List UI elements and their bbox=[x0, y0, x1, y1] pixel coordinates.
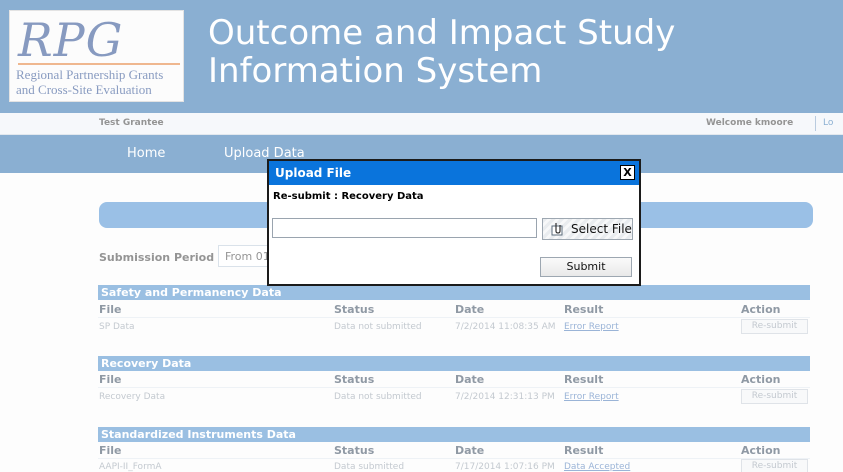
dialog-titlebar: Upload File X bbox=[269, 161, 639, 185]
upload-file-dialog: Upload File X Re-submit : Recovery Data … bbox=[267, 159, 641, 286]
file-path-input[interactable] bbox=[272, 218, 537, 238]
select-file-button[interactable]: Select File bbox=[542, 218, 633, 240]
select-file-label: Select File bbox=[571, 222, 632, 236]
close-button[interactable]: X bbox=[620, 165, 635, 180]
paperclip-icon bbox=[551, 223, 563, 236]
dialog-title: Upload File bbox=[275, 166, 352, 180]
submit-button[interactable]: Submit bbox=[540, 257, 632, 277]
dialog-subtitle: Re-submit : Recovery Data bbox=[273, 191, 424, 202]
